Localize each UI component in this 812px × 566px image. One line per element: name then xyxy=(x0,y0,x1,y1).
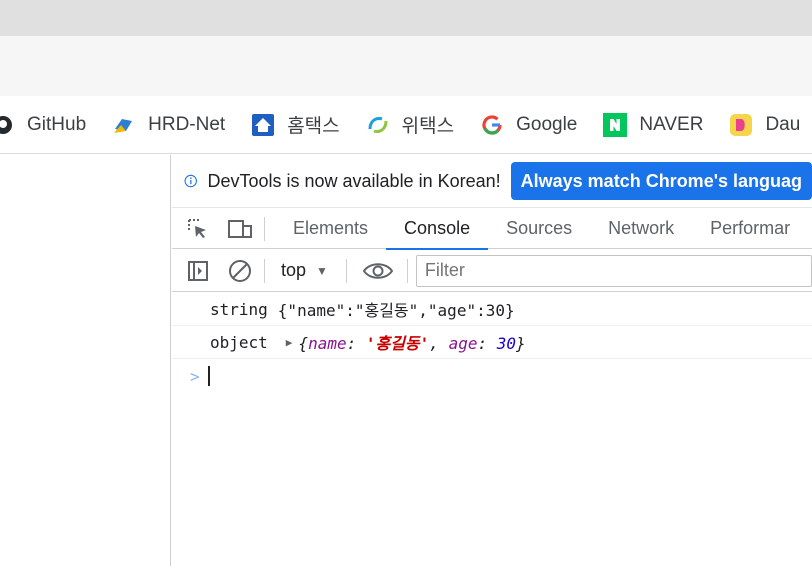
toolbar-divider xyxy=(406,258,408,283)
bookmark-wetax[interactable]: 위택스 xyxy=(366,107,454,143)
brace: } xyxy=(516,334,526,353)
bookmark-label: GitHub xyxy=(27,113,87,135)
console-log: string {"name":"홍길동","age":30} object ▶ … xyxy=(172,293,812,393)
text-cursor xyxy=(207,366,210,386)
devtools-tabbar: Elements Console Sources Network Perform… xyxy=(172,209,812,250)
expand-triangle-icon[interactable]: ▶ xyxy=(286,336,293,349)
bookmark-label: Dau xyxy=(765,113,801,135)
tab-sources[interactable]: Sources xyxy=(488,209,590,249)
hrd-net-icon xyxy=(112,113,136,137)
punctuation: , xyxy=(429,334,449,353)
dropdown-arrow-icon: ▼ xyxy=(316,263,328,278)
always-match-language-button[interactable]: Always match Chrome's languag xyxy=(510,162,812,200)
toolbar-divider xyxy=(264,216,265,241)
context-selector[interactable]: top ▼ xyxy=(281,260,328,281)
device-toolbar-icon[interactable] xyxy=(226,215,254,243)
bookmark-label: Google xyxy=(516,113,578,135)
console-message: string {"name":"홍길동","age":30} xyxy=(172,293,812,326)
live-expression-eye-icon[interactable] xyxy=(361,257,395,285)
object-string-value: '홍길동' xyxy=(365,334,430,353)
bookmark-google[interactable]: Google xyxy=(480,107,577,143)
browser-title-strip xyxy=(0,0,812,36)
bookmarks-bar: GitHub HRD-Net 홈택스 위택스 Google NAVER Dau xyxy=(0,96,812,154)
log-type-label: object xyxy=(210,332,268,352)
bookmark-daum[interactable]: Dau xyxy=(729,107,800,143)
sidebar-toggle-icon[interactable] xyxy=(184,257,212,285)
bookmark-label: 위택스 xyxy=(401,116,455,137)
github-icon xyxy=(0,113,15,137)
console-toolbar: top ▼ Filter xyxy=(172,250,812,292)
filter-placeholder: Filter xyxy=(424,260,465,280)
bookmark-label: NAVER xyxy=(639,113,704,135)
infobar-message: DevTools is now available in Korean! xyxy=(207,170,501,191)
console-prompt[interactable]: > xyxy=(172,359,812,393)
daum-icon xyxy=(729,113,753,137)
bookmark-label: HRD-Net xyxy=(148,113,226,135)
tab-performance[interactable]: Performar xyxy=(692,209,808,249)
object-preview[interactable]: {name: '홍길동', age: 30} xyxy=(298,330,525,354)
object-number-value: 30 xyxy=(496,334,516,353)
google-icon xyxy=(480,113,504,137)
console-message: object ▶ {name: '홍길동', age: 30} xyxy=(172,326,812,359)
punctuation: : xyxy=(477,334,497,353)
wetax-icon xyxy=(366,113,390,137)
address-bar-area xyxy=(0,36,812,96)
toolbar-divider xyxy=(264,258,265,283)
bookmark-hometax[interactable]: 홈택스 xyxy=(251,107,340,143)
filter-input[interactable]: Filter xyxy=(415,254,812,287)
clear-console-icon[interactable] xyxy=(226,257,254,285)
tab-elements[interactable]: Elements xyxy=(275,209,386,249)
devtools-panel: DevTools is now available in Korean! Alw… xyxy=(172,155,812,566)
language-infobar: DevTools is now available in Korean! Alw… xyxy=(172,155,812,208)
object-key: name xyxy=(308,334,347,353)
brace: { xyxy=(298,334,309,353)
tab-console[interactable]: Console xyxy=(386,209,489,250)
inspect-element-icon[interactable] xyxy=(184,215,212,243)
bookmark-label: 홈택스 xyxy=(287,116,340,137)
bookmark-github[interactable]: GitHub xyxy=(0,107,86,143)
naver-icon xyxy=(603,112,628,137)
tab-network[interactable]: Network xyxy=(590,209,692,249)
json-string-value: {"name":"홍길동","age":30} xyxy=(277,301,515,320)
object-key: age xyxy=(448,334,478,353)
hometax-icon xyxy=(251,113,275,137)
info-icon xyxy=(184,174,197,188)
punctuation: : xyxy=(346,334,366,353)
log-type-label: string xyxy=(210,299,268,319)
toolbar-divider xyxy=(345,258,347,283)
context-label: top xyxy=(281,260,307,280)
bookmark-naver[interactable]: NAVER xyxy=(603,107,703,143)
page-viewport xyxy=(0,155,171,566)
bookmark-hrd-net[interactable]: HRD-Net xyxy=(112,107,225,143)
prompt-chevron: > xyxy=(190,366,200,386)
